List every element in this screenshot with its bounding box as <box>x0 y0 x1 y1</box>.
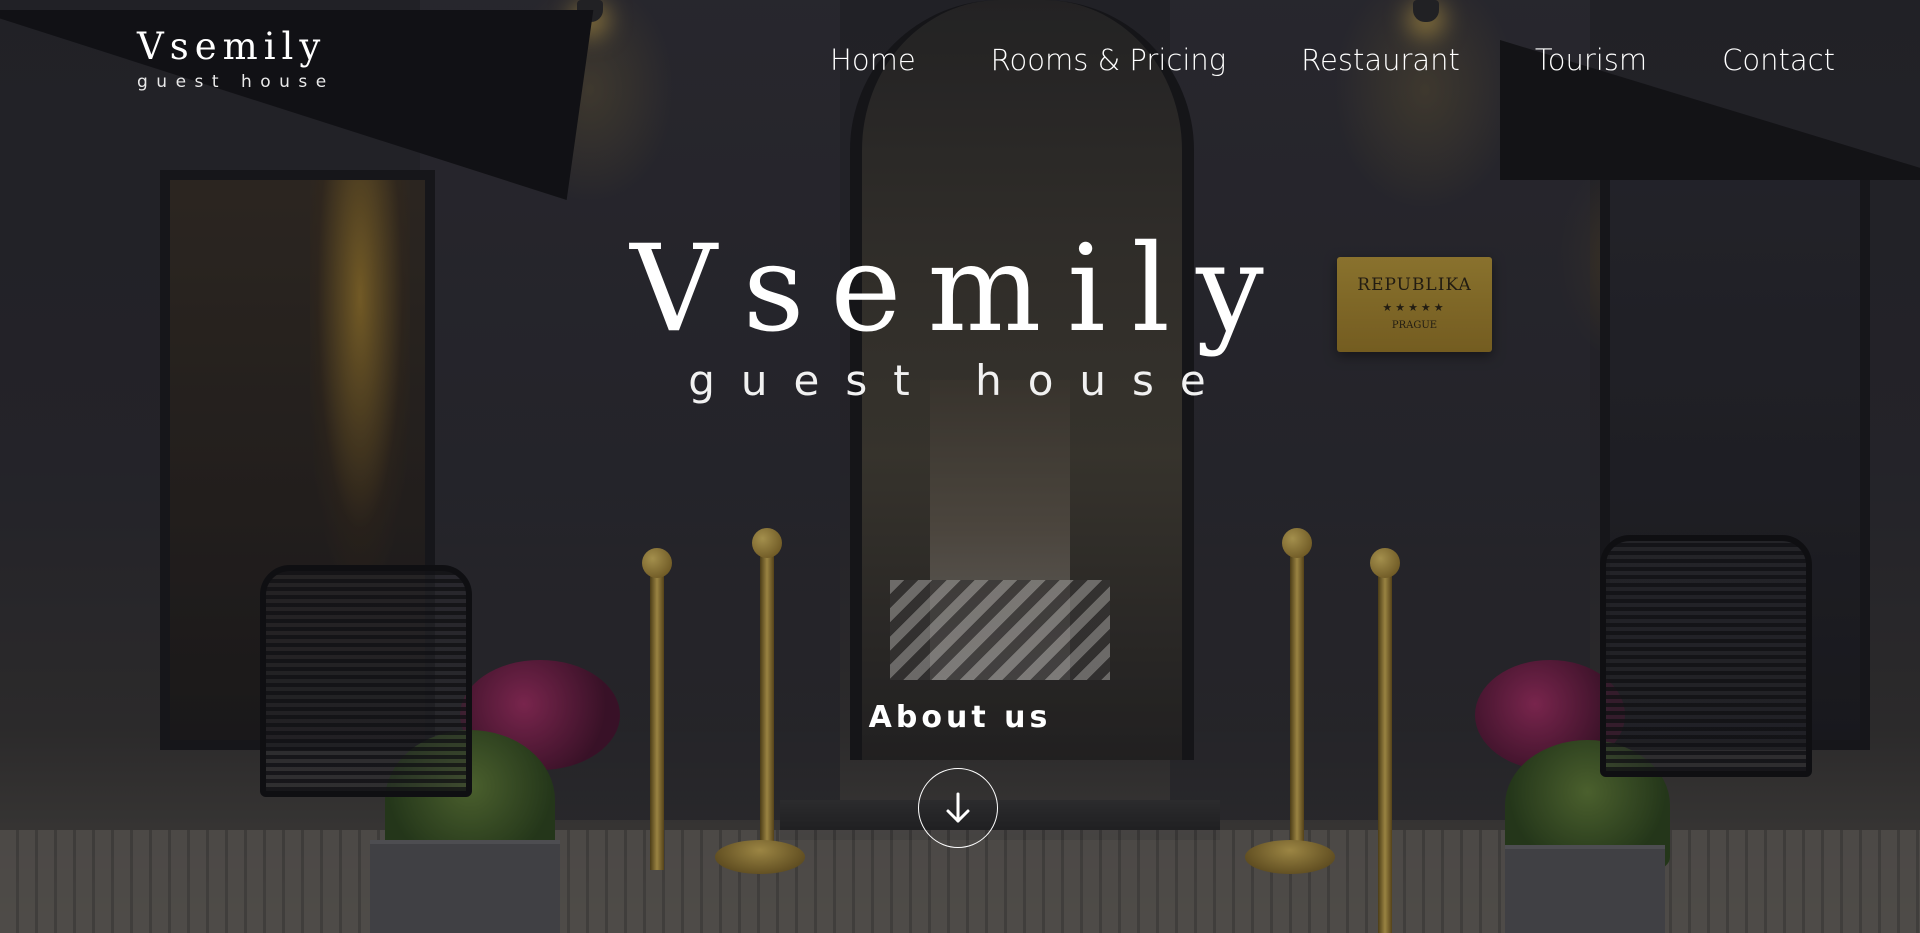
hero-subtitle: guest house <box>688 356 1232 405</box>
nav-item-contact[interactable]: Contact <box>1722 38 1835 82</box>
brand-name: Vsemily <box>137 25 327 68</box>
hero-section: REPUBLIKA ★★★★★ PRAGUE Vsemily guest hou… <box>0 0 1920 933</box>
main-nav: Home Rooms & Pricing Restaurant Tourism … <box>755 38 1835 82</box>
hero-name: Vsemily <box>630 220 1290 359</box>
nav-item-home[interactable]: Home <box>830 38 916 82</box>
nav-item-tourism[interactable]: Tourism <box>1535 38 1647 82</box>
about-section-link: About us <box>0 700 1920 735</box>
about-us-link[interactable]: About us <box>869 700 1052 735</box>
nav-item-rooms-pricing[interactable]: Rooms & Pricing <box>991 38 1226 82</box>
arrow-down-icon <box>946 792 970 823</box>
hero-title: Vsemily guest house <box>0 220 1920 405</box>
brand-tagline: guest house <box>137 72 335 92</box>
scroll-down-button[interactable] <box>918 768 998 848</box>
brand-logo[interactable]: Vsemily guest house <box>137 24 335 92</box>
nav-item-restaurant[interactable]: Restaurant <box>1301 38 1460 82</box>
